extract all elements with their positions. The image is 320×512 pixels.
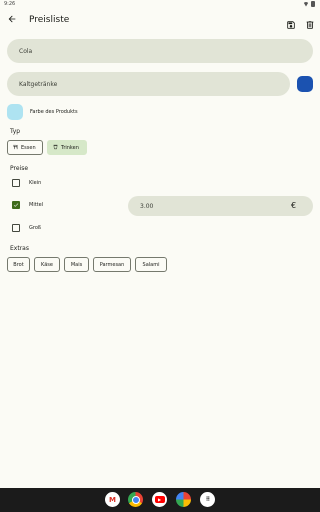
status-icons (303, 1, 315, 7)
type-essen-label: Essen (21, 144, 36, 151)
wifi-icon (303, 1, 309, 7)
status-time: 9:26 (4, 1, 16, 7)
extra-chip-salami[interactable]: Salami (135, 257, 167, 272)
extra-chip-kaese[interactable]: Käse (34, 257, 60, 272)
category-color-swatch[interactable] (297, 76, 313, 92)
extra-chip-brot[interactable]: Brot (7, 257, 30, 272)
type-section-label: Typ (10, 128, 21, 135)
battery-icon (311, 1, 315, 7)
price-mittel-value: 3.00 (140, 202, 154, 210)
size-gross-label: Groß (29, 225, 42, 231)
prices-section-label: Preise (10, 165, 29, 172)
type-trinken-button[interactable]: Trinken (47, 140, 87, 155)
category-value: Kaltgetränke (19, 80, 58, 88)
euro-icon: € (291, 201, 297, 210)
size-mittel-checkbox[interactable] (12, 201, 20, 209)
extra-chip-parmesan[interactable]: Parmesan (93, 257, 131, 272)
page-title: Preisliste (29, 15, 70, 25)
product-color-swatch[interactable] (7, 104, 23, 120)
type-trinken-label: Trinken (61, 144, 79, 151)
product-name-value: Cola (19, 47, 33, 55)
app-drawer-icon[interactable]: ⠿ (200, 492, 215, 507)
back-arrow-icon[interactable] (6, 14, 18, 26)
restaurant-icon (13, 144, 18, 152)
size-gross-checkbox[interactable] (12, 224, 20, 232)
size-klein-checkbox[interactable] (12, 179, 20, 187)
chrome-icon[interactable] (128, 492, 143, 507)
gmail-icon[interactable]: M (105, 492, 120, 507)
photos-icon[interactable] (176, 492, 191, 507)
app-bar: Preisliste (0, 10, 320, 32)
drink-icon (53, 144, 58, 152)
size-mittel-label: Mittel (29, 202, 44, 208)
extra-chip-label: Käse (41, 261, 53, 268)
product-color-label: Farbe des Produkts (30, 109, 78, 115)
price-mittel-input[interactable]: 3.00 (128, 196, 313, 216)
size-klein-label: Klein (29, 180, 42, 186)
extras-section-label: Extras (10, 245, 29, 252)
extra-chip-mais[interactable]: Mais (64, 257, 89, 272)
check-icon (13, 203, 19, 207)
type-essen-button[interactable]: Essen (7, 140, 43, 155)
extra-chip-label: Salami (142, 261, 160, 268)
extra-chip-label: Brot (13, 261, 24, 268)
extra-chip-label: Mais (70, 261, 83, 268)
product-name-field[interactable]: Cola (7, 39, 313, 63)
save-icon[interactable] (286, 15, 296, 29)
delete-icon[interactable] (305, 15, 315, 29)
status-bar: 9:26 (0, 0, 320, 10)
youtube-icon[interactable]: ▶ (152, 492, 167, 507)
extra-chip-label: Parmesan (99, 261, 125, 268)
category-field[interactable]: Kaltgetränke (7, 72, 290, 96)
taskbar: M ▶ ⠿ (0, 488, 320, 512)
